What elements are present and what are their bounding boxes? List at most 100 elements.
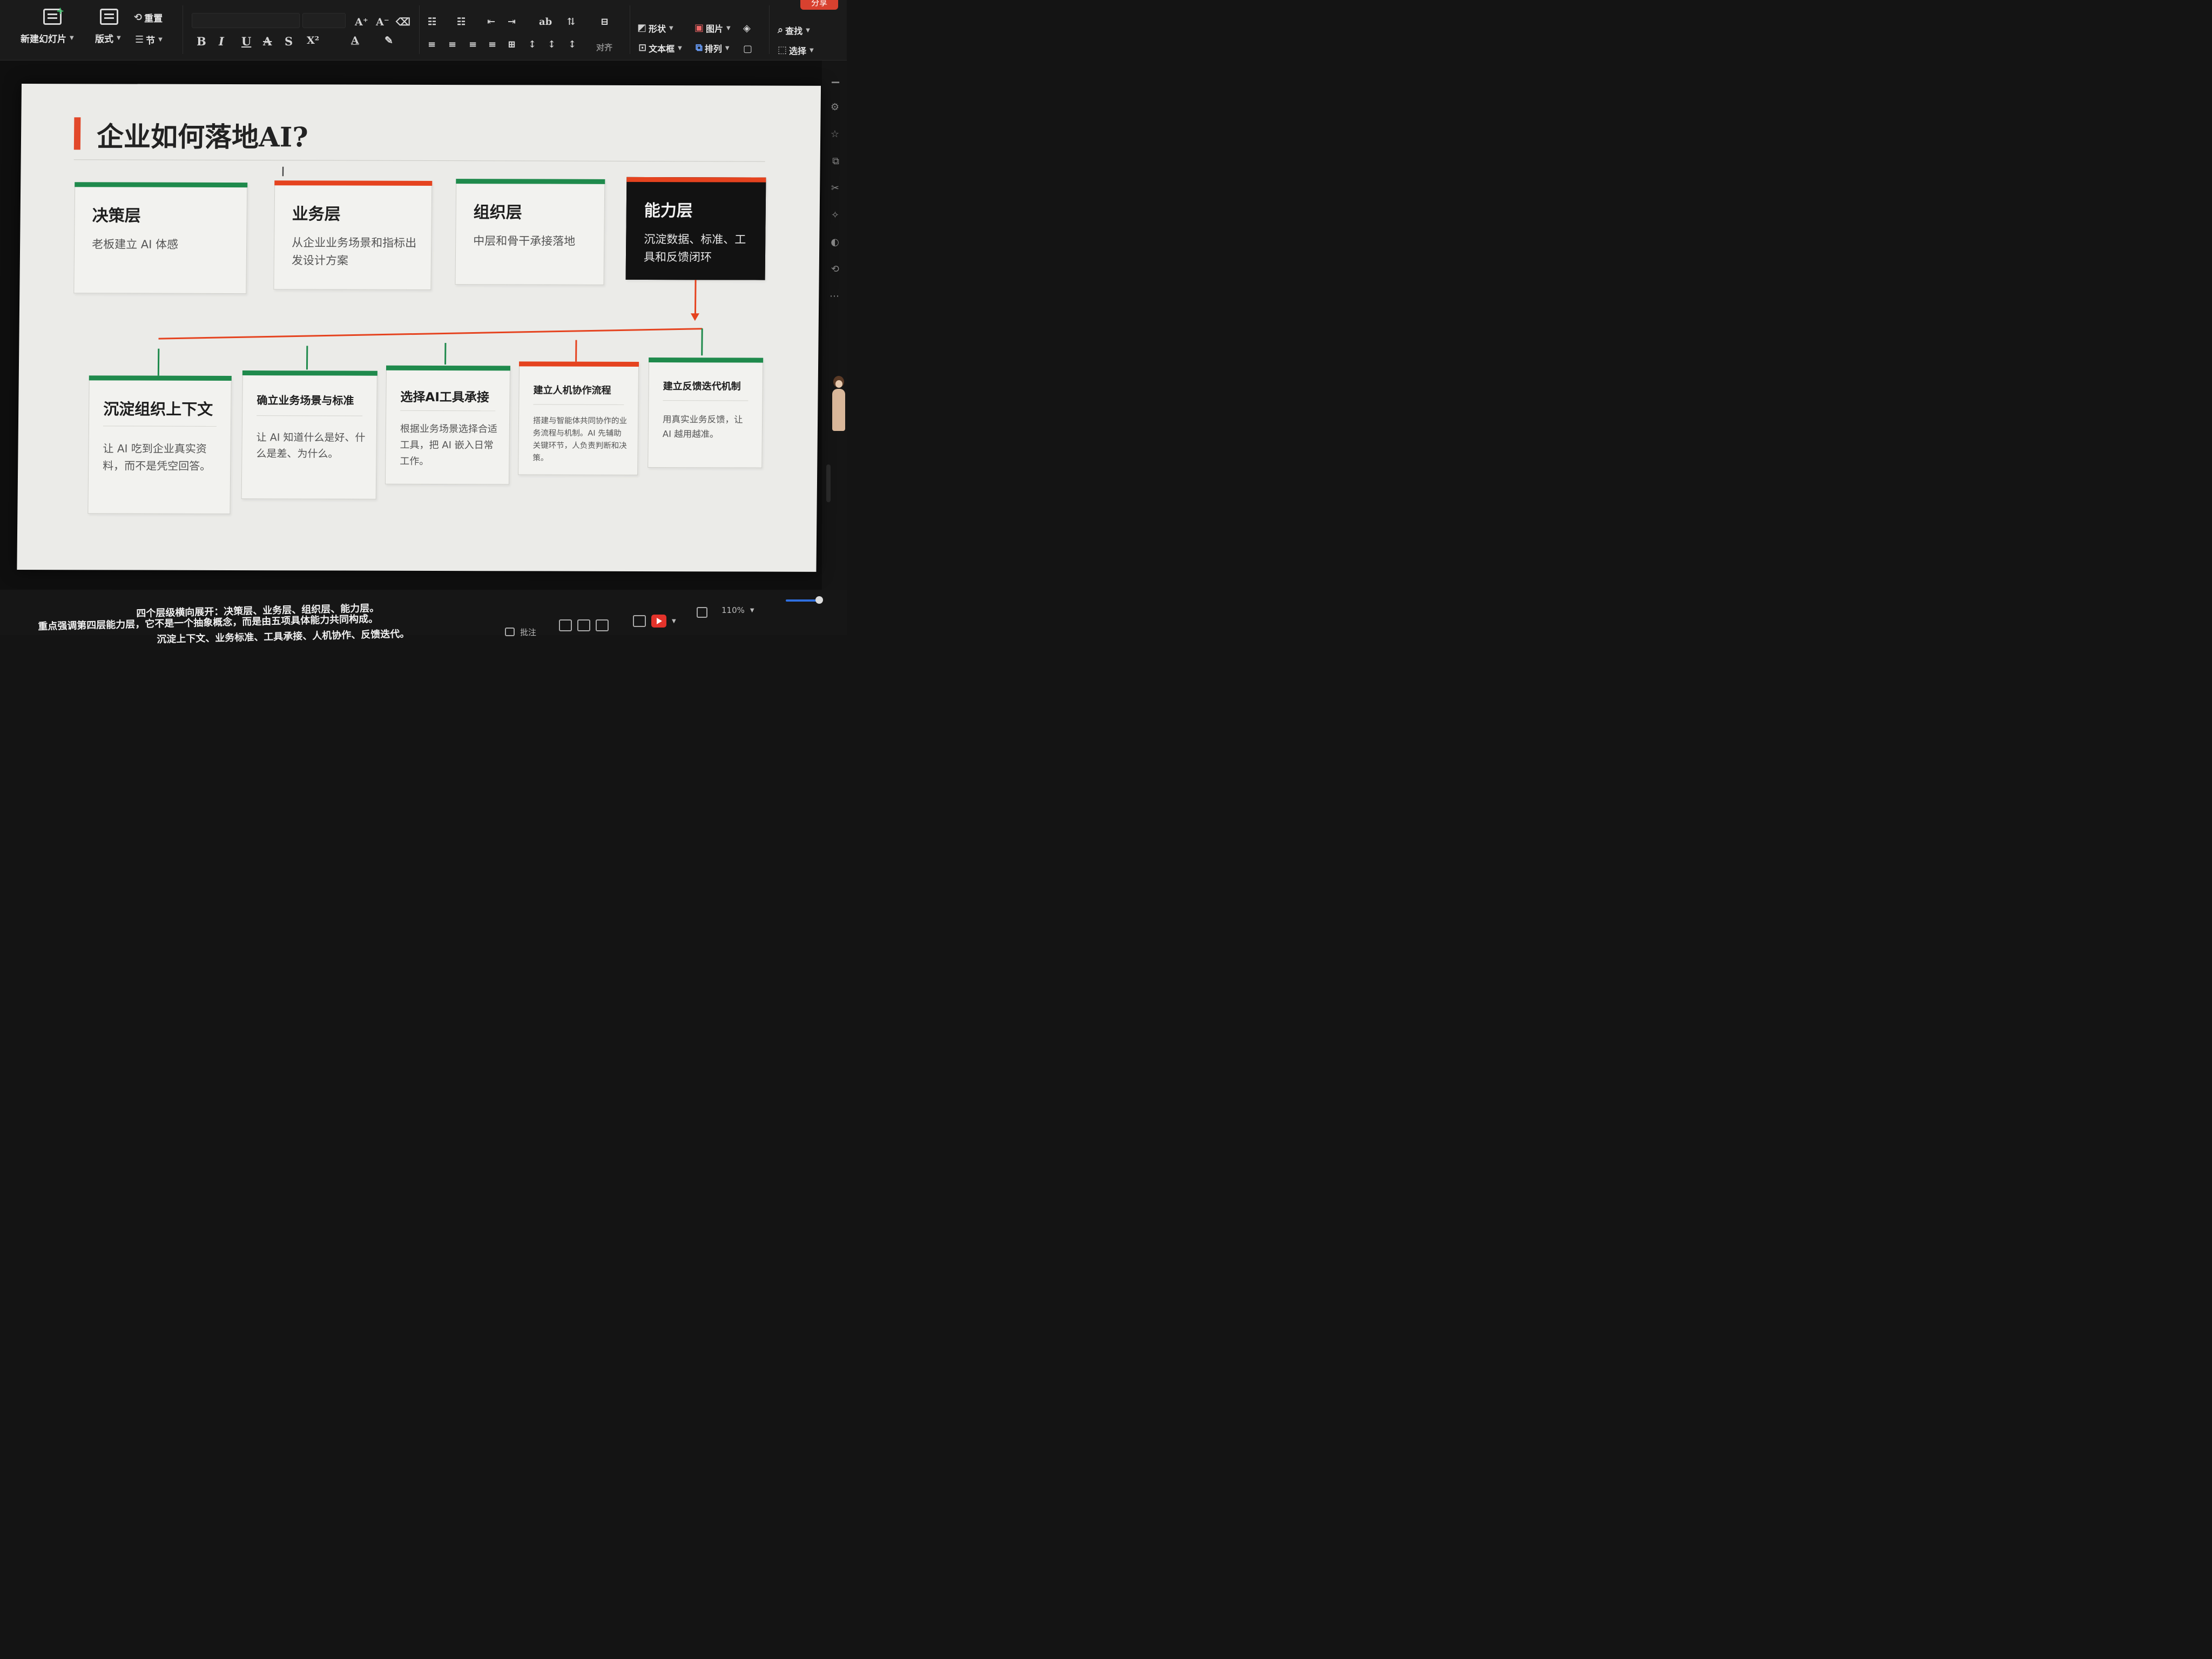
select-button[interactable]: ⬚ 选择 ▼ [778,44,814,57]
speaker-notes-pane[interactable]: 四个层级横向展开：决策层、业务层、组织层、能力层。 重点强调第四层能力层，它不是… [0,590,847,645]
comment-icon [505,628,515,636]
chevron-down-icon: ▼ [806,27,810,33]
decrease-font-icon[interactable]: A⁻ [376,16,389,28]
slide-title[interactable]: 企业如何落地AI? [97,115,308,154]
connector-branch [575,340,577,362]
distribute-icon[interactable]: ⊞ [508,39,516,50]
image-button[interactable]: ▣ 图片 ▼ [694,22,731,35]
bold-button[interactable]: B [197,35,206,48]
card-divider [103,426,217,427]
chevron-down-icon: ▼ [810,47,814,53]
reading-view-icon[interactable] [596,619,609,631]
section-label: 节 [146,36,156,46]
shape-label: 形状 [649,24,666,34]
paragraph-spacing-icon[interactable]: ↕ [548,39,556,50]
history-icon[interactable]: ⟲ [831,264,839,275]
layout-button[interactable]: 版式 ▼ [95,31,121,45]
layer-card-business[interactable]: 业务层 从企业业务场景和指标出发设计方案 [273,180,433,290]
layer-card-organization[interactable]: 组织层 中层和骨干承接落地 [455,179,605,285]
capability-title: 选择AI工具承接 [400,390,489,405]
copy-icon[interactable]: ⧉ [832,156,839,167]
align-button[interactable]: 对齐 [596,42,612,53]
presenter-icon[interactable] [633,615,646,627]
highlight-icon[interactable]: ✎ [385,35,393,46]
capability-card-context[interactable]: 沉淀组织上下文 让 AI 吃到企业真实资料，而不是凭空回答。 [87,375,232,514]
normal-view-icon[interactable] [559,619,572,631]
numbered-list-icon[interactable]: ☷ [457,16,466,28]
play-slideshow-button[interactable] [651,615,666,628]
reset-button[interactable]: ⟲ 重置 [134,11,163,24]
align-right-icon[interactable]: ≡ [469,39,477,50]
layer-desc: 老板建立 AI 体感 [92,238,179,251]
sort-icon[interactable]: ⇅ [567,16,575,28]
grid-view-icon[interactable] [577,619,590,631]
decrease-indent-icon[interactable]: ⇤ [487,16,495,28]
connector-horizontal [158,328,703,340]
divider [419,5,420,54]
font-family-select[interactable] [192,13,300,28]
zoom-slider-handle[interactable] [815,596,823,604]
clear-format-icon[interactable]: ⌫ [396,16,410,28]
capability-card-collaboration[interactable]: 建立人机协作流程 搭建与智能体共同协作的业务流程与机制。AI 先辅助关键环节，人… [518,361,639,475]
card-accent-bar [386,365,511,371]
layer-desc: 从企业业务场景和指标出发设计方案 [291,236,417,267]
chevron-down-icon[interactable]: ▼ [672,618,676,624]
divider [769,5,770,54]
animation-icon[interactable]: ✧ [831,210,839,221]
text-box-fit-icon[interactable]: ⊟ [601,16,609,28]
italic-button[interactable]: I [219,35,224,48]
increase-indent-icon[interactable]: ⇥ [508,16,516,28]
font-color-icon[interactable]: A [351,35,359,46]
chevron-down-icon: ▼ [725,45,730,51]
layer-card-decision[interactable]: 决策层 老板建立 AI 体感 [73,182,248,294]
underline-button[interactable]: U [241,35,251,48]
fit-window-button[interactable] [697,602,707,623]
outline-icon[interactable]: ▢ [743,43,752,55]
share-button[interactable]: 分享 [800,0,838,10]
text-direction-icon[interactable]: ab [539,16,552,28]
layer-desc: 沉淀数据、标准、工具和反馈闭环 [643,233,746,264]
layout-icon[interactable] [100,9,118,25]
layer-card-capability[interactable]: 能力层 沉淀数据、标准、工具和反馈闭环 [625,177,766,280]
theme-icon[interactable]: ◐ [831,237,839,248]
card-accent-bar [649,358,764,363]
star-icon[interactable]: ☆ [831,129,839,140]
arrange-button[interactable]: ⧉ 排列 ▼ [696,42,730,55]
strikethrough-button[interactable]: A [263,35,272,48]
select-label: 选择 [789,46,807,56]
capability-card-tools[interactable]: 选择AI工具承接 根据业务场景选择合适工具，把 AI 嵌入日常工作。 [385,365,511,485]
slide-container: 企业如何落地AI? I 决策层 老板建立 AI 体感 业务层 从企业业务场景和指… [17,84,821,572]
shadow-button[interactable]: S [285,35,293,48]
settings-icon[interactable]: ⚙ [831,102,839,113]
reset-label: 重置 [144,14,163,24]
capability-card-standards[interactable]: 确立业务场景与标准 让 AI 知道什么是好、什么是差、为什么。 [241,370,377,500]
chevron-down-icon: ▼ [70,35,74,41]
tools-icon[interactable]: ✂ [831,183,839,194]
slide[interactable]: 企业如何落地AI? I 决策层 老板建立 AI 体感 业务层 从企业业务场景和指… [17,84,821,572]
connector-branch [701,328,703,356]
bullet-list-icon[interactable]: ☷ [428,16,436,28]
zoom-level[interactable]: 110% ▼ [721,599,754,621]
section-button[interactable]: ☰ 节 ▼ [135,33,163,46]
find-button[interactable]: ⌕ 查找 ▼ [778,24,810,37]
find-label: 查找 [785,26,803,36]
ribbon-toolbar: 分享 + 新建幻灯片 ▼ 版式 ▼ ⟲ 重置 ☰ 节 ▼ A⁺ A⁻ ⌫ B I U A … [0,0,847,60]
vertical-scrollbar[interactable] [826,464,831,502]
font-size-select[interactable] [302,13,346,28]
comment-button[interactable]: 批注 [505,621,536,643]
close-sidebar-icon[interactable]: ▔ [832,82,839,93]
capability-card-feedback[interactable]: 建立反馈迭代机制 用真实业务反馈，让 AI 越用越准。 [648,358,764,468]
increase-font-icon[interactable]: A⁺ [355,16,368,28]
align-center-icon[interactable]: ≡ [448,39,456,50]
spacing-options-icon[interactable]: ↕ [568,39,576,50]
more-icon[interactable]: ⋯ [830,291,839,302]
superscript-button[interactable]: X² [307,35,319,46]
new-slide-button[interactable]: 新建幻灯片 ▼ [21,31,74,45]
justify-icon[interactable]: ≡ [488,39,496,50]
layer-title: 业务层 [292,205,341,224]
textbox-button[interactable]: ⊡ 文本框 ▼ [638,42,682,55]
fill-icon[interactable]: ◈ [743,23,751,34]
align-left-icon[interactable]: ≡ [428,39,436,50]
shape-button[interactable]: ◩ 形状 ▼ [637,22,673,35]
line-spacing-icon[interactable]: ↕ [528,39,536,50]
